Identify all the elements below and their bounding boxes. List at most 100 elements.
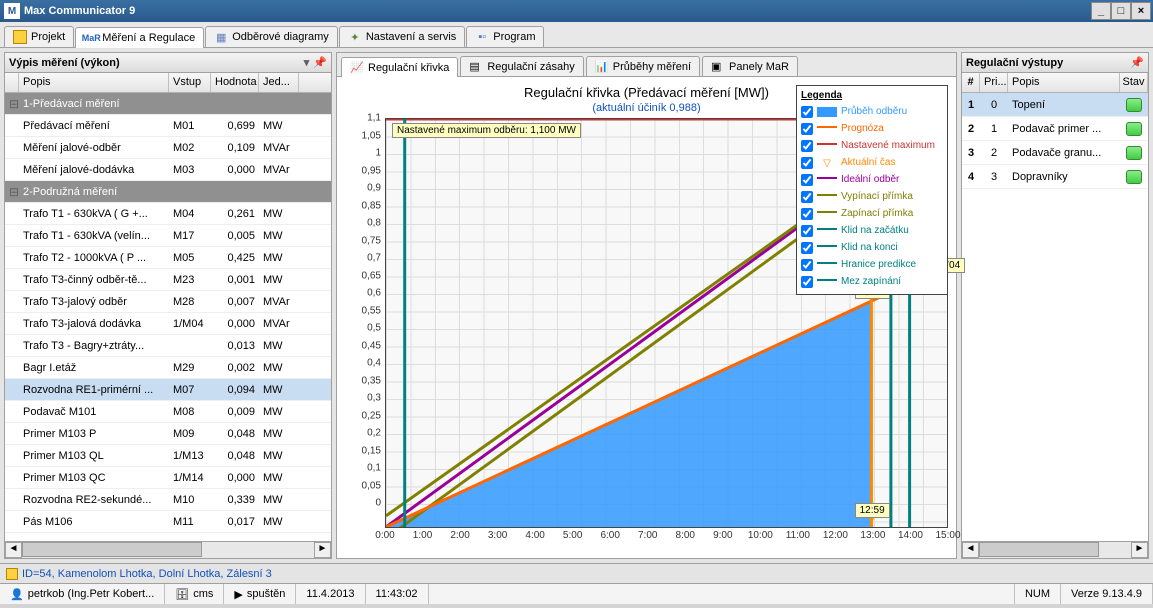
- restore-button[interactable]: □: [1111, 2, 1131, 20]
- legend-label: Nastavené maximum: [841, 140, 935, 151]
- col-hodnota[interactable]: Hodnota: [211, 73, 259, 92]
- grid-row[interactable]: Měření jalové-odběrM020,109MVAr: [5, 137, 331, 159]
- x-tick-label: 2:00: [450, 530, 469, 541]
- tab-mereni-regulace[interactable]: MaR Měření a Regulace: [75, 27, 204, 48]
- status-user: 👤 petrkob (Ing.Petr Kobert...: [0, 584, 165, 604]
- grid-row[interactable]: Rozvodna RE2-sekundé...M100,339MW: [5, 489, 331, 511]
- close-button[interactable]: ×: [1131, 2, 1151, 20]
- legend-item: Ideální odběr: [801, 171, 943, 188]
- x-tick-label: 0:00: [375, 530, 394, 541]
- legend-checkbox[interactable]: [801, 208, 813, 220]
- scroll-track[interactable]: [979, 542, 1131, 558]
- col-pri[interactable]: Pri...: [980, 73, 1008, 92]
- grid-row[interactable]: Trafo T1 - 630kVA ( G +...M040,261MW: [5, 203, 331, 225]
- col-popis[interactable]: Popis: [1008, 73, 1120, 92]
- output-row[interactable]: 43Dopravníky: [962, 165, 1148, 189]
- scroll-left-button[interactable]: ◄: [5, 542, 22, 558]
- cell-stav: [1120, 98, 1148, 112]
- status-green-icon: [1126, 122, 1142, 136]
- user-icon: 👤: [10, 588, 24, 601]
- grid-group-row[interactable]: ⊟1-Předávací měření: [5, 93, 331, 115]
- subtab-regulacni-krivka[interactable]: 📈 Regulační křivka: [341, 57, 458, 77]
- grid-row[interactable]: Trafo T3 - Bagry+ztráty...0,013MW: [5, 335, 331, 357]
- collapse-icon[interactable]: ⊟: [5, 185, 19, 199]
- legend-line-icon: [817, 245, 837, 255]
- col-vstup[interactable]: Vstup: [169, 73, 211, 92]
- legend-checkbox[interactable]: [801, 157, 813, 169]
- legend-line-icon: [817, 262, 837, 272]
- grid-group-row[interactable]: ⊟2-Podružná měření: [5, 181, 331, 203]
- scroll-thumb[interactable]: [22, 542, 202, 557]
- sub-tabs: 📈 Regulační křivka ▤ Regulační zásahy 📊 …: [337, 53, 956, 77]
- grid-row[interactable]: Měření jalové-dodávkaM030,000MVAr: [5, 159, 331, 181]
- legend-checkbox[interactable]: [801, 225, 813, 237]
- grid-row[interactable]: Předávací měřeníM010,699MW: [5, 115, 331, 137]
- app-logo-icon: M: [4, 3, 20, 19]
- scroll-left-button[interactable]: ◄: [962, 542, 979, 558]
- legend-checkbox[interactable]: [801, 123, 813, 135]
- grid-row[interactable]: Bagr I.etážM290,002MW: [5, 357, 331, 379]
- legend-checkbox[interactable]: [801, 242, 813, 254]
- col-stav[interactable]: Stav: [1120, 73, 1148, 92]
- cell-popis: Dopravníky: [1008, 171, 1120, 183]
- col-num[interactable]: #: [962, 73, 980, 92]
- grid-row[interactable]: Primer M103 QC1/M140,000MW: [5, 467, 331, 489]
- cell-pri: 0: [980, 99, 1008, 111]
- scroll-track[interactable]: [22, 542, 314, 558]
- legend-checkbox[interactable]: [801, 174, 813, 186]
- col-popis[interactable]: Popis: [19, 73, 169, 92]
- legend-checkbox[interactable]: [801, 259, 813, 271]
- output-grid-body[interactable]: 10Topení21Podavač primer ...32Podavače g…: [962, 93, 1148, 189]
- grid-row[interactable]: Rozvodna RE1-primérní ...M070,094MW: [5, 379, 331, 401]
- grid-row[interactable]: Pás M106M110,017MW: [5, 511, 331, 533]
- cell-jed: MW: [259, 208, 299, 220]
- scroll-right-button[interactable]: ►: [314, 542, 331, 558]
- legend-label: Hranice predikce: [841, 259, 916, 270]
- collapse-icon[interactable]: ⊟: [5, 97, 19, 111]
- x-tick-label: 6:00: [600, 530, 619, 541]
- tab-projekt[interactable]: Projekt: [4, 26, 74, 47]
- grid-row[interactable]: Podavač M101M080,009MW: [5, 401, 331, 423]
- pin-icon[interactable]: 📌: [313, 56, 327, 69]
- grid-row[interactable]: Trafo T3-činný odběr-tě...M230,001MW: [5, 269, 331, 291]
- grid-row[interactable]: Trafo T3-jalový odběrM280,007MVAr: [5, 291, 331, 313]
- status-green-icon: [1126, 98, 1142, 112]
- cell-jed: MW: [259, 494, 299, 506]
- subtab-prubehy-mereni[interactable]: 📊 Průběhy měření: [586, 56, 700, 76]
- chevron-down-icon[interactable]: ▾: [304, 56, 310, 69]
- horizontal-scrollbar[interactable]: ◄ ►: [5, 541, 331, 558]
- grid-body[interactable]: ⊟1-Předávací měřeníPředávací měřeníM010,…: [5, 93, 331, 541]
- legend-checkbox[interactable]: [801, 191, 813, 203]
- cell-hodnota: 0,001: [211, 274, 259, 286]
- y-tick-label: 0,65: [362, 270, 381, 281]
- legend-checkbox[interactable]: [801, 106, 813, 118]
- horizontal-scrollbar[interactable]: ◄ ►: [962, 541, 1148, 558]
- grid-row[interactable]: Trafo T1 - 630kVA (velín...M170,005MW: [5, 225, 331, 247]
- col-jed[interactable]: Jed...: [259, 73, 299, 92]
- mar-icon: MaR: [84, 31, 98, 45]
- tab-program[interactable]: ▪▫ Program: [466, 26, 544, 47]
- grid-row[interactable]: Primer M103 PM090,048MW: [5, 423, 331, 445]
- cell-pri: 2: [980, 147, 1008, 159]
- scroll-right-button[interactable]: ►: [1131, 542, 1148, 558]
- subtab-regulacni-zasahy[interactable]: ▤ Regulační zásahy: [460, 56, 583, 76]
- output-row[interactable]: 32Podavače granu...: [962, 141, 1148, 165]
- legend-checkbox[interactable]: [801, 140, 813, 152]
- scroll-thumb[interactable]: [979, 542, 1099, 557]
- cell-jed: MVAr: [259, 142, 299, 154]
- grid-row[interactable]: Trafo T3-jalová dodávka1/M040,000MVAr: [5, 313, 331, 335]
- pin-icon[interactable]: 📌: [1130, 56, 1144, 69]
- tab-nastaveni-servis[interactable]: ✦ Nastavení a servis: [339, 26, 465, 47]
- output-row[interactable]: 10Topení: [962, 93, 1148, 117]
- grid-row[interactable]: Primer M103 QL1/M130,048MW: [5, 445, 331, 467]
- subtab-panely-mar[interactable]: ▣ Panely MaR: [702, 56, 798, 76]
- grid-row[interactable]: Trafo T2 - 1000kVA ( P ...M050,425MW: [5, 247, 331, 269]
- y-tick-label: 0,4: [367, 358, 381, 369]
- minimize-button[interactable]: _: [1091, 2, 1111, 20]
- chart-icon: ▪▫: [475, 30, 489, 44]
- cell-num: 1: [962, 99, 980, 111]
- cell-hodnota: 0,000: [211, 472, 259, 484]
- output-row[interactable]: 21Podavač primer ...: [962, 117, 1148, 141]
- tab-odberove-diagramy[interactable]: ▦ Odběrové diagramy: [205, 26, 338, 47]
- legend-checkbox[interactable]: [801, 276, 813, 288]
